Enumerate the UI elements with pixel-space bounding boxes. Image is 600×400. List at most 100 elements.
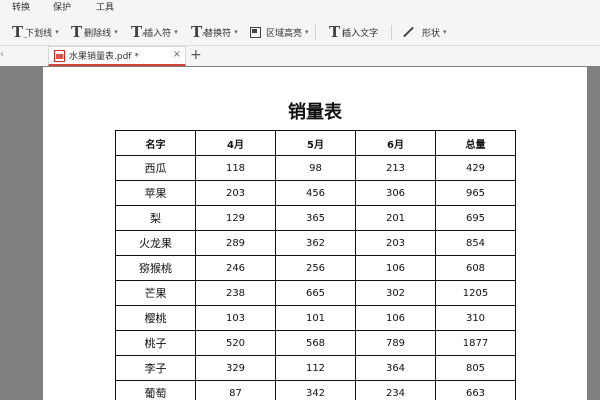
annotation-toolbar: T _ 下划线 ▾ T- 删除线 ▾ Tʌ 插入符 ▾ Tʌ 替换符 ▾ 区域高亮… (0, 17, 600, 46)
table-row: 芒果 238 665 302 1205 (115, 280, 516, 306)
table-row: 梨 129 365 201 695 (115, 205, 516, 231)
cell-may: 342 (275, 380, 356, 400)
shape-button[interactable]: 形状 ▾ (400, 22, 447, 42)
area-highlight-button[interactable]: 区域高亮 ▾ (250, 22, 309, 42)
cell-april: 203 (195, 180, 276, 206)
cell-total: 854 (435, 230, 516, 256)
text-replace-icon: Tʌ (191, 22, 207, 41)
close-icon[interactable]: × (173, 49, 181, 60)
cell-april: 87 (195, 380, 276, 400)
cell-june: 234 (355, 380, 436, 400)
header-april: 4月 (195, 130, 276, 156)
tab-title: 水果销量表.pdf * (69, 52, 139, 62)
cell-name: 梨 (115, 205, 196, 231)
cell-june: 201 (355, 205, 436, 231)
cell-name: 猕猴桃 (115, 255, 196, 281)
cell-april: 103 (195, 305, 276, 331)
cell-june: 306 (355, 180, 436, 206)
cell-may: 98 (275, 155, 356, 181)
chevron-down-icon: ▾ (114, 28, 118, 36)
cell-name: 桃子 (115, 330, 196, 356)
cell-june: 203 (355, 230, 436, 256)
table-body: 西瓜 118 98 213 429 苹果 203 456 306 965 梨 129 365 201 695… (115, 155, 516, 400)
cell-total: 429 (435, 155, 516, 181)
cell-april: 329 (195, 355, 276, 381)
cell-may: 365 (275, 205, 356, 231)
pdf-page: 销量表 名字 4月 5月 6月 总量 西瓜 118 98 213 429 苹果 203 456… (43, 67, 587, 400)
cell-name: 芒果 (115, 280, 196, 306)
cell-june: 789 (355, 330, 436, 356)
insert-text-label: 插入文字 (342, 28, 379, 39)
table-row: 桃子 520 568 789 1877 (115, 330, 516, 356)
strikethrough-label: 删除线 (84, 28, 112, 39)
cell-total: 1877 (435, 330, 516, 356)
cell-total: 1205 (435, 280, 516, 306)
menu-convert[interactable]: 转换 (12, 2, 30, 15)
cell-april: 238 (195, 280, 276, 306)
insert-symbol-button[interactable]: Tʌ 插入符 ▾ (131, 22, 178, 42)
header-may: 5月 (275, 130, 356, 156)
header-name: 名字 (115, 130, 196, 156)
header-total: 总量 (435, 130, 516, 156)
cell-total: 663 (435, 380, 516, 400)
cell-may: 256 (275, 255, 356, 281)
table-row: 李子 329 112 364 805 (115, 355, 516, 381)
cell-april: 129 (195, 205, 276, 231)
cell-total: 965 (435, 180, 516, 206)
cell-may: 568 (275, 330, 356, 356)
table-row: 火龙果 289 362 203 854 (115, 230, 516, 256)
underline-button[interactable]: T _ 下划线 ▾ (12, 22, 59, 42)
cell-april: 118 (195, 155, 276, 181)
cell-name: 火龙果 (115, 230, 196, 256)
new-tab-button[interactable]: + (190, 47, 202, 63)
table-row: 西瓜 118 98 213 429 (115, 155, 516, 181)
document-title: 销量表 (288, 102, 342, 123)
table-row: 葡萄 87 342 234 663 (115, 380, 516, 400)
chevron-down-icon: ▾ (443, 28, 447, 36)
sales-table: 名字 4月 5月 6月 总量 西瓜 118 98 213 429 苹果 203 456 306 9… (115, 130, 516, 400)
area-highlight-icon (250, 26, 261, 38)
text-box-icon: TI (329, 22, 345, 41)
cell-total: 608 (435, 255, 516, 281)
cell-may: 456 (275, 180, 356, 206)
chevron-down-icon: ▾ (305, 28, 309, 36)
text-underline-icon: T _ (12, 22, 28, 41)
cell-april: 520 (195, 330, 276, 356)
menu-protect[interactable]: 保护 (53, 2, 71, 15)
text-insert-icon: Tʌ (131, 22, 147, 41)
cell-may: 112 (275, 355, 356, 381)
table-row: 苹果 203 456 306 965 (115, 180, 516, 206)
shape-label: 形状 (422, 28, 441, 39)
chevron-down-icon: ▾ (174, 28, 178, 36)
cell-may: 665 (275, 280, 356, 306)
pdf-file-icon (54, 49, 65, 62)
replace-symbol-button[interactable]: Tʌ 替换符 ▾ (191, 22, 238, 42)
strikethrough-button[interactable]: T- 删除线 ▾ (71, 22, 118, 42)
chevron-left-icon[interactable]: ‹ (0, 49, 4, 60)
menu-tools[interactable]: 工具 (96, 2, 114, 15)
cell-june: 364 (355, 355, 436, 381)
cell-total: 695 (435, 205, 516, 231)
cell-june: 106 (355, 255, 436, 281)
tab-document[interactable]: 水果销量表.pdf * × (48, 46, 186, 66)
cell-name: 西瓜 (115, 155, 196, 181)
header-june: 6月 (355, 130, 436, 156)
line-shape-icon (403, 26, 414, 38)
toolbar-divider (315, 25, 316, 40)
table-header-row: 名字 4月 5月 6月 总量 (115, 130, 516, 156)
insert-symbol-label: 插入符 (144, 28, 172, 39)
table-row: 樱桃 103 101 106 310 (115, 305, 516, 331)
cell-june: 213 (355, 155, 436, 181)
tab-bar: ‹ 水果销量表.pdf * × + (0, 46, 600, 66)
table-row: 猕猴桃 246 256 106 608 (115, 255, 516, 281)
cell-june: 302 (355, 280, 436, 306)
underline-label: 下划线 (25, 28, 53, 39)
insert-text-button[interactable]: TI 插入文字 (329, 22, 378, 42)
cell-april: 289 (195, 230, 276, 256)
cell-total: 310 (435, 305, 516, 331)
replace-symbol-label: 替换符 (204, 28, 232, 39)
cell-total: 805 (435, 355, 516, 381)
cell-may: 362 (275, 230, 356, 256)
cell-name: 李子 (115, 355, 196, 381)
cell-april: 246 (195, 255, 276, 281)
